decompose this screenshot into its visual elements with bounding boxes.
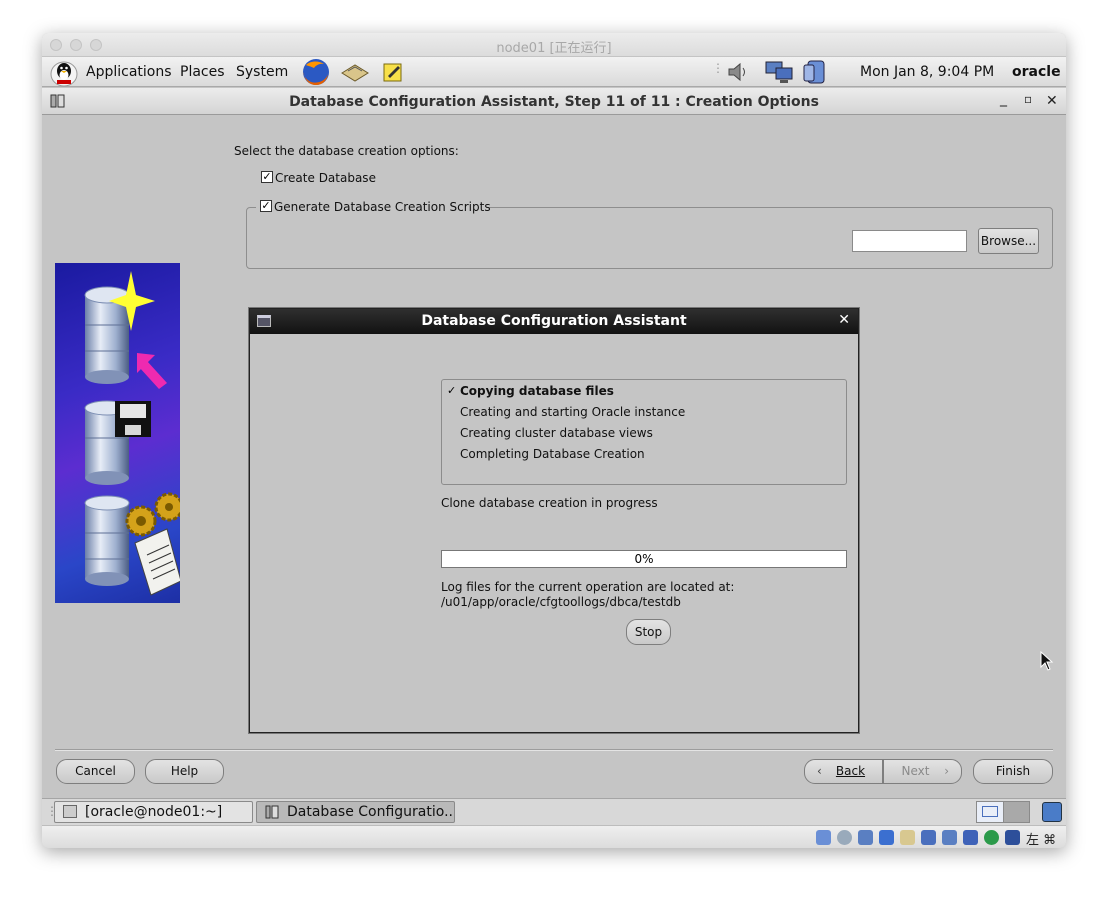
next-label: Next (901, 764, 930, 778)
usb-status-icon[interactable] (858, 830, 873, 845)
menu-places[interactable]: Places (180, 64, 225, 80)
trash-icon[interactable] (1042, 802, 1062, 822)
host-key-indicator: 左 ⌘ (1026, 833, 1057, 848)
update-icon[interactable] (800, 57, 832, 90)
footer-separator (55, 749, 1053, 751)
progress-bar: 0% (441, 550, 847, 568)
maximize-button[interactable]: ▫ (1024, 92, 1032, 106)
progress-dialog: Database Configuration Assistant ✕ ✓ Cop… (249, 308, 859, 733)
network-status-icon[interactable] (942, 830, 957, 845)
progress-percent-text: 0% (634, 552, 654, 566)
vm-title: node01 [正在运行] (496, 41, 612, 56)
log-files-path: /u01/app/oracle/cfgtoollogs/dbca/testdb (441, 595, 681, 609)
browse-button[interactable]: Browse... (978, 228, 1039, 254)
panel-user[interactable]: oracle (1012, 64, 1061, 80)
step-list: ✓ Copying database files Creating and st… (441, 379, 847, 485)
cancel-button[interactable]: Cancel (56, 759, 135, 784)
shared-folder-icon[interactable] (900, 830, 915, 845)
dbca-task-icon (265, 805, 279, 822)
help-button[interactable]: Help (145, 759, 224, 784)
taskbar: ⋮ [oracle@node01:~] Database Configurati… (42, 798, 1066, 825)
audio-status-icon[interactable] (879, 830, 894, 845)
workspace-1[interactable] (977, 802, 1004, 822)
menu-applications[interactable]: Applications (86, 64, 172, 80)
progress-dialog-titlebar: Database Configuration Assistant ✕ (250, 309, 858, 334)
firefox-icon[interactable] (300, 57, 332, 90)
workspace-switcher[interactable] (976, 801, 1030, 823)
create-database-checkbox[interactable]: ✓ (261, 171, 273, 183)
optical-drive-status-icon[interactable] (837, 830, 852, 845)
chevron-left-icon: ‹ (817, 764, 822, 778)
harddisk-status-icon[interactable] (816, 830, 831, 845)
task-dbca-label: Database Configuratio... (287, 804, 455, 820)
log-files-label: Log files for the current operation are … (441, 580, 735, 594)
capture-status-icon[interactable] (963, 830, 978, 845)
creation-options-prompt: Select the database creation options: (234, 144, 459, 158)
text-editor-icon[interactable] (382, 61, 404, 86)
stop-button[interactable]: Stop (626, 619, 671, 645)
close-button[interactable]: ✕ (1046, 93, 1058, 109)
progress-dialog-title: Database Configuration Assistant (421, 313, 687, 329)
step-done-check-icon: ✓ (447, 384, 457, 397)
next-button[interactable]: Next › (883, 759, 962, 784)
step-item: Creating cluster database views (460, 426, 653, 440)
back-label: Back (835, 764, 866, 778)
script-destination-field[interactable] (852, 230, 967, 252)
panel-separator-icon: ⋮ (712, 61, 724, 75)
vm-statusbar: 左 ⌘ (42, 825, 1066, 848)
top-panel: Applications Places System ⋮ Mon Jan 8, … (42, 57, 1066, 87)
tux-icon[interactable] (49, 59, 79, 90)
generate-scripts-label[interactable]: Generate Database Creation Scripts (274, 200, 491, 214)
file-manager-icon[interactable] (340, 61, 370, 86)
minimize-button[interactable]: _ (1000, 91, 1007, 107)
app-titlebar: Database Configuration Assistant, Step 1… (42, 88, 1066, 115)
mouse-cursor-icon (1040, 650, 1054, 674)
display-status-icon[interactable] (921, 830, 936, 845)
mouse-integration-icon[interactable] (1005, 830, 1020, 845)
task-terminal[interactable]: [oracle@node01:~] (54, 801, 253, 823)
app-title: Database Configuration Assistant, Step 1… (289, 94, 819, 110)
chevron-right-icon: › (944, 764, 949, 778)
task-terminal-label: [oracle@node01:~] (85, 804, 223, 820)
finish-button[interactable]: Finish (973, 759, 1053, 784)
step-item: Creating and starting Oracle instance (460, 405, 686, 419)
workspace-window-icon (982, 806, 998, 817)
terminal-icon (63, 805, 77, 818)
create-database-label[interactable]: Create Database (275, 171, 376, 185)
back-button[interactable]: ‹ Back (804, 759, 883, 784)
main-content: Select the database creation options: ✓ … (42, 115, 1066, 798)
vm-titlebar: node01 [正在运行] (42, 33, 1066, 57)
guest-additions-icon[interactable] (984, 830, 999, 845)
task-dbca[interactable]: Database Configuratio... (256, 801, 455, 823)
generate-scripts-checkbox[interactable]: ✓ (260, 200, 272, 212)
panel-clock[interactable]: Mon Jan 8, 9:04 PM (860, 64, 994, 80)
menu-system[interactable]: System (236, 64, 288, 80)
step-item: Copying database files (460, 384, 614, 398)
wizard-sidebar-image (55, 263, 180, 603)
volume-icon[interactable] (726, 61, 750, 86)
network-icon[interactable] (764, 59, 796, 88)
progress-dialog-close-button[interactable]: ✕ (838, 312, 850, 328)
progress-status-text: Clone database creation in progress (441, 496, 658, 510)
vm-window: node01 [正在运行] Applications Places System (42, 33, 1066, 848)
step-item: Completing Database Creation (460, 447, 645, 461)
